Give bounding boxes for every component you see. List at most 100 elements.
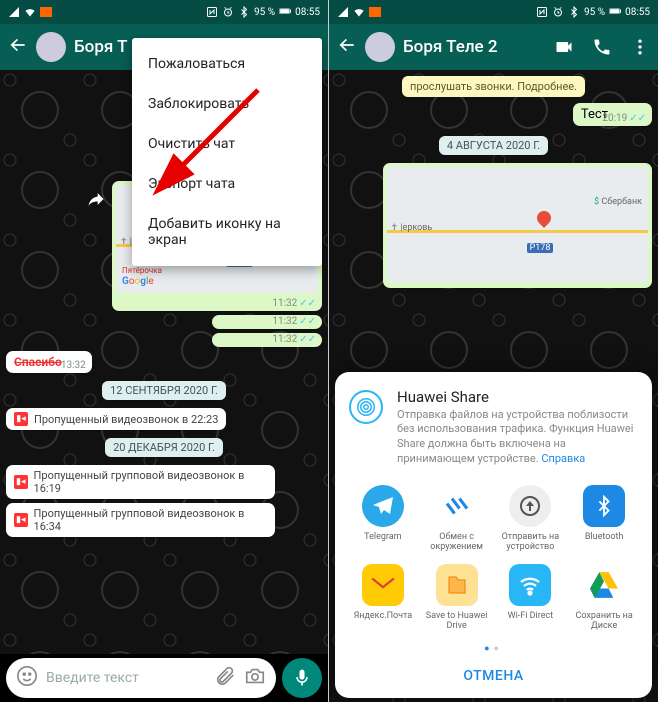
huawei-share-icon bbox=[349, 390, 383, 424]
attach-icon[interactable] bbox=[214, 665, 236, 691]
nfc-icon bbox=[536, 6, 548, 18]
location-message[interactable]: ✝ |ерковь $ Сбербанк P178 bbox=[383, 163, 652, 288]
yandex-mail-icon bbox=[362, 564, 404, 606]
clock-text: 08:55 bbox=[295, 7, 320, 18]
read-check-icon: ✓✓ bbox=[629, 113, 646, 124]
page-indicator: ●● bbox=[349, 643, 638, 654]
share-target-google-drive[interactable]: Сохранить на Диске bbox=[570, 564, 638, 633]
encryption-banner: прослушать звонки. Подробнее. bbox=[402, 76, 585, 97]
share-targets: Telegram Обмен с окружением Отправить на… bbox=[349, 485, 638, 633]
map-pin-icon bbox=[534, 208, 554, 228]
map-preview: ✝ |ерковь $ Сбербанк P178 bbox=[387, 167, 648, 282]
share-target-bluetooth[interactable]: Bluetooth bbox=[570, 485, 638, 554]
overflow-icon[interactable] bbox=[630, 37, 650, 57]
share-target-nearby[interactable]: Обмен с окружением bbox=[423, 485, 491, 554]
back-icon[interactable] bbox=[337, 35, 357, 59]
share-cancel-button[interactable]: ОТМЕНА bbox=[349, 658, 638, 688]
missed-call-message[interactable]: ▮◂Пропущенный видеозвонок в 22:23 bbox=[6, 408, 226, 430]
signal-icon bbox=[337, 6, 349, 18]
missed-video-icon: ▮◂ bbox=[14, 475, 28, 489]
chat-area[interactable]: прослушать звонки. Подробнее. Тест 20:19… bbox=[329, 70, 658, 702]
app-bar: Боря Теле 2 bbox=[329, 24, 658, 70]
share-target-telegram[interactable]: Telegram bbox=[349, 485, 417, 554]
date-separator: 12 СЕНТЯБРЯ 2020 Г. bbox=[102, 381, 226, 400]
google-logo: Google bbox=[122, 276, 154, 287]
nfc-icon bbox=[206, 6, 218, 18]
status-bar: 95 % 08:55 bbox=[329, 0, 658, 24]
outgoing-message[interactable]: Тест 20:19✓✓ bbox=[573, 103, 652, 126]
camera-icon[interactable] bbox=[244, 665, 266, 691]
battery-icon bbox=[609, 6, 621, 18]
share-target-yandex-mail[interactable]: Яндекс.Почта bbox=[349, 564, 417, 633]
bluetooth-icon bbox=[568, 6, 580, 18]
menu-report[interactable]: Пожаловаться bbox=[132, 44, 322, 84]
emoji-icon[interactable] bbox=[16, 665, 38, 691]
status-bar: 95 % 08:55 bbox=[0, 0, 328, 24]
video-call-icon[interactable] bbox=[554, 37, 574, 57]
date-separator: 4 АВГУСТА 2020 Г. bbox=[439, 136, 548, 155]
missed-video-icon: ▮◂ bbox=[14, 513, 28, 527]
input-row: Введите текст bbox=[0, 654, 328, 702]
msg-time: 11:32 bbox=[272, 298, 297, 309]
date-separator: 20 ДЕКАБРЯ 2020 Г. bbox=[105, 438, 223, 457]
msg-time: 11:32 bbox=[272, 334, 297, 345]
map-poi-church: ✝ |ерковь bbox=[391, 223, 433, 233]
share-sheet: Huawei Share Отправка файлов на устройст… bbox=[335, 372, 652, 698]
menu-block[interactable]: Заблокировать bbox=[132, 84, 322, 124]
share-sheet-title: Huawei Share bbox=[397, 388, 638, 406]
menu-clear-chat[interactable]: Очистить чат bbox=[132, 124, 322, 164]
read-check-icon: ✓✓ bbox=[299, 316, 316, 327]
missed-call-text: Пропущенный групповой видеозвонок в 16:1… bbox=[34, 469, 267, 495]
outgoing-message[interactable]: 11:32✓✓ bbox=[212, 315, 322, 329]
voice-call-icon[interactable] bbox=[592, 37, 612, 57]
wifi-direct-icon bbox=[509, 564, 551, 606]
outgoing-message[interactable]: 11:32✓✓ bbox=[212, 333, 322, 347]
missed-call-message[interactable]: ▮◂ Пропущенный групповой видеозвонок в 16… bbox=[6, 503, 275, 537]
mic-button[interactable] bbox=[282, 658, 322, 698]
avatar[interactable] bbox=[365, 32, 395, 62]
input-placeholder: Введите текст bbox=[46, 670, 206, 686]
battery-icon bbox=[279, 6, 291, 18]
forward-icon[interactable] bbox=[86, 189, 106, 213]
overflow-menu: Пожаловаться Заблокировать Очистить чат … bbox=[132, 38, 322, 266]
share-target-send-device[interactable]: Отправить на устройство bbox=[497, 485, 565, 554]
wifi-icon bbox=[353, 6, 365, 18]
deleted-text: Спасибо bbox=[14, 355, 62, 369]
share-target-wifi-direct[interactable]: Wi-Fi Direct bbox=[497, 564, 565, 633]
chat-title[interactable]: Боря Теле 2 bbox=[403, 37, 498, 57]
battery-text: 95 % bbox=[254, 7, 275, 18]
read-check-icon: ✓✓ bbox=[299, 334, 316, 345]
nearby-share-icon bbox=[436, 485, 478, 527]
missed-call-text: Пропущенный видеозвонок в 22:23 bbox=[34, 413, 218, 426]
signal-icon bbox=[8, 6, 20, 18]
wifi-icon bbox=[24, 6, 36, 18]
bluetooth-icon bbox=[238, 6, 250, 18]
huawei-drive-icon bbox=[436, 564, 478, 606]
clock-text: 08:55 bbox=[625, 7, 650, 18]
missed-call-text: Пропущенный групповой видеозвонок в 16:3… bbox=[34, 507, 267, 533]
menu-export-chat[interactable]: Экспорт чата bbox=[132, 164, 322, 204]
map-poi-shop: Пятёрочка bbox=[122, 266, 162, 275]
missed-call-message[interactable]: ▮◂ Пропущенный групповой видеозвонок в 16… bbox=[6, 465, 275, 499]
google-drive-icon bbox=[583, 564, 625, 606]
chat-title[interactable]: Боря Т bbox=[74, 37, 128, 57]
share-sheet-desc: Отправка файлов на устройства поблизости… bbox=[397, 408, 638, 467]
telegram-icon bbox=[362, 485, 404, 527]
back-icon[interactable] bbox=[8, 35, 28, 59]
alarm-icon bbox=[222, 6, 234, 18]
msg-time: 20:19 bbox=[602, 113, 627, 124]
msg-time: 13:32 bbox=[61, 360, 86, 371]
share-help-link[interactable]: Справка bbox=[541, 452, 585, 465]
avatar[interactable] bbox=[36, 32, 66, 62]
alarm-icon bbox=[552, 6, 564, 18]
route-badge: P178 bbox=[527, 243, 554, 253]
msg-time: 11:32 bbox=[272, 316, 297, 327]
read-check-icon: ✓✓ bbox=[299, 298, 316, 309]
map-poi-bank: $ Сбербанк bbox=[594, 197, 642, 207]
mail-indicator-icon bbox=[369, 7, 381, 17]
message-input[interactable]: Введите текст bbox=[6, 658, 276, 698]
incoming-message[interactable]: Спасибо 13:32 bbox=[6, 351, 92, 373]
menu-add-shortcut[interactable]: Добавить иконку на экран bbox=[132, 204, 322, 260]
share-target-huawei-drive[interactable]: Save to Huawei Drive bbox=[423, 564, 491, 633]
bluetooth-app-icon bbox=[583, 485, 625, 527]
